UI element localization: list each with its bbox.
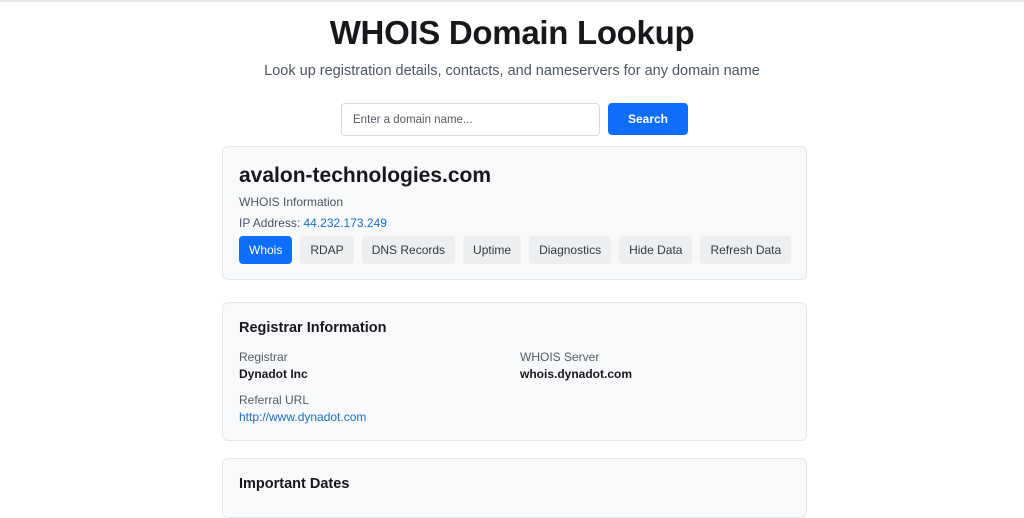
registrar-label: Registrar	[239, 350, 288, 364]
top-divider	[0, 0, 1024, 2]
ip-address-label: IP Address:	[239, 216, 301, 230]
important-dates-card: Important Dates	[222, 458, 807, 518]
page-subtitle: Look up registration details, contacts, …	[264, 63, 760, 79]
registrar-section-title: Registrar Information	[239, 320, 387, 336]
referral-url-label: Referral URL	[239, 393, 310, 407]
tab-rdap[interactable]: RDAP	[300, 236, 354, 264]
tab-refresh-data[interactable]: Refresh Data	[700, 236, 792, 264]
registrar-value: Dynadot Inc	[239, 367, 308, 381]
tab-uptime[interactable]: Uptime	[463, 236, 522, 264]
tab-dns-records[interactable]: DNS Records	[361, 236, 456, 264]
whois-info-label: WHOIS Information	[239, 195, 344, 209]
ip-address-link[interactable]: 44.232.173.249	[304, 216, 387, 230]
dates-section-title: Important Dates	[239, 476, 350, 492]
whois-server-value: whois.dynadot.com	[520, 367, 633, 381]
domain-name: avalon-technologies.com	[239, 164, 492, 187]
domain-summary-card: avalon-technologies.com WHOIS Informatio…	[222, 146, 807, 280]
tab-hide-data[interactable]: Hide Data	[619, 236, 693, 264]
tab-diagnostics[interactable]: Diagnostics	[529, 236, 612, 264]
search-button[interactable]: Search	[608, 103, 688, 135]
whois-server-label: WHOIS Server	[520, 350, 600, 364]
domain-search-input[interactable]	[341, 103, 600, 136]
referral-url-link[interactable]: http://www.dynadot.com	[239, 410, 366, 424]
page-title: WHOIS Domain Lookup	[329, 14, 695, 51]
result-tabs: Whois RDAP DNS Records Uptime Diagnostic…	[239, 236, 792, 264]
ip-address-line: IP Address: 44.232.173.249	[239, 216, 387, 230]
registrar-info-card: Registrar Information Registrar Dynadot …	[222, 302, 807, 441]
tab-whois[interactable]: Whois	[239, 236, 293, 264]
